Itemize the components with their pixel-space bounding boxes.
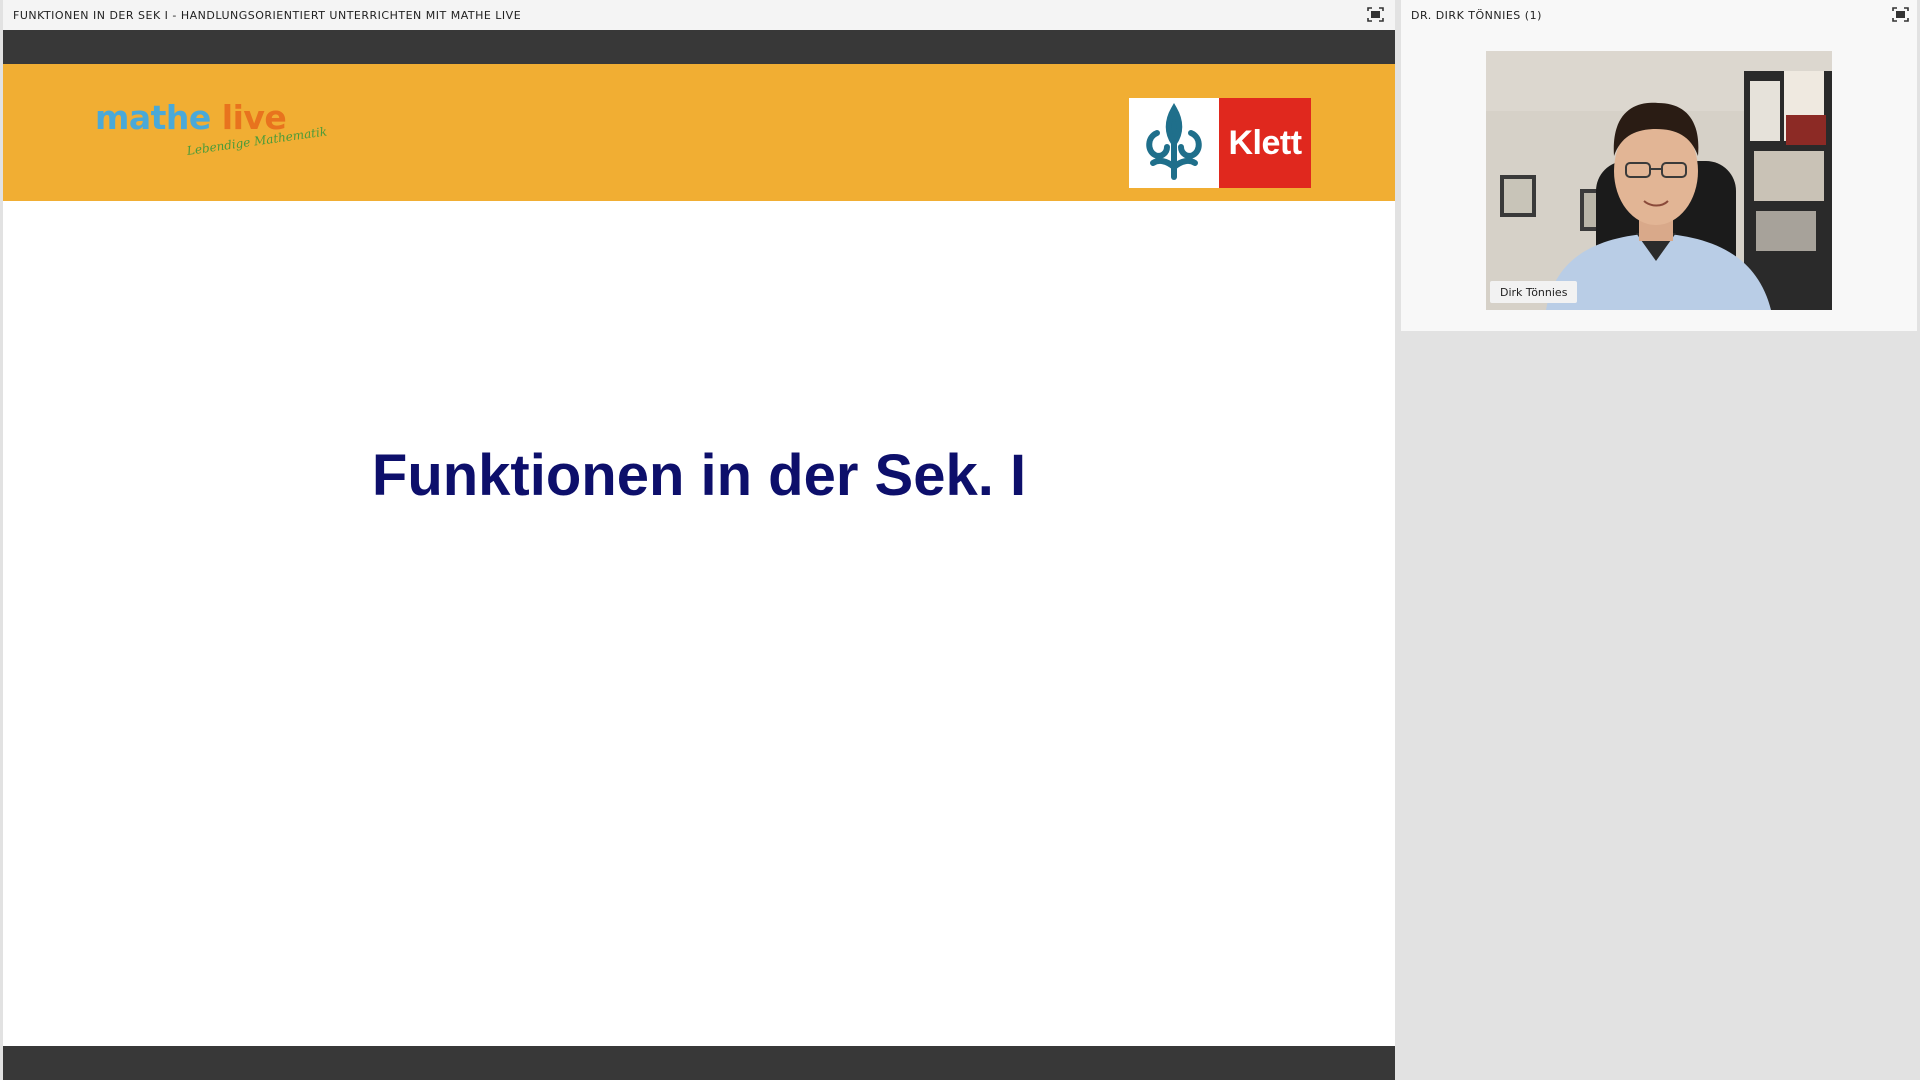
participant-name-badge: Dirk Tönnies <box>1490 281 1578 303</box>
fullscreen-icon[interactable] <box>1367 7 1384 22</box>
mathe-live-logo: mathe live Lebendige Mathematik <box>95 98 335 178</box>
share-pod: FUNKTIONEN IN DER SEK I - HANDLUNGSORIEN… <box>3 0 1395 1080</box>
video-pod-header: DR. DIRK TÖNNIES (1) <box>1401 0 1917 30</box>
klett-logo: Klett <box>1129 98 1311 188</box>
klett-wordmark: Klett <box>1219 98 1311 188</box>
slide-bottom-bar <box>3 1046 1395 1080</box>
slide-banner: mathe live Lebendige Mathematik Klett <box>3 64 1395 201</box>
brand-name-part-1: mathe <box>95 98 222 137</box>
fullscreen-icon[interactable] <box>1892 7 1909 22</box>
share-pod-title: FUNKTIONEN IN DER SEK I - HANDLUNGSORIEN… <box>13 8 522 22</box>
video-pod-title: DR. DIRK TÖNNIES (1) <box>1411 8 1542 22</box>
slide-top-bar <box>3 30 1395 64</box>
webcam-video[interactable]: Dirk Tönnies <box>1486 51 1832 310</box>
share-pod-header: FUNKTIONEN IN DER SEK I - HANDLUNGSORIEN… <box>3 0 1395 30</box>
webcam-feed-image <box>1486 51 1832 310</box>
slide-title: Funktionen in der Sek. I <box>371 443 1027 508</box>
klett-emblem-icon <box>1129 98 1219 188</box>
video-pod: DR. DIRK TÖNNIES (1) Dirk Tönnies <box>1401 0 1917 331</box>
brand-name: mathe live <box>95 98 287 137</box>
slide-stage: mathe live Lebendige Mathematik Klett Fu… <box>3 30 1395 1080</box>
